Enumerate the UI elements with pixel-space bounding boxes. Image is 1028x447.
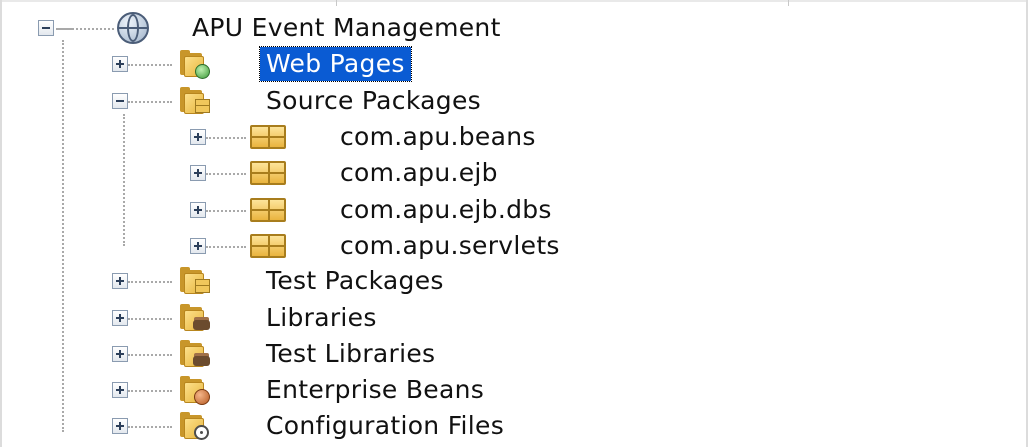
tree-node-package[interactable]: com.apu.ejb.dbs [0,193,1028,227]
tree-connector [128,101,172,103]
expand-icon[interactable] [112,273,128,289]
tree-connector [56,28,114,30]
tree-node-label: Libraries [266,303,377,332]
tree-node-source-packages[interactable]: Source Packages [0,84,1028,118]
globe-icon [117,12,149,44]
tree-node-enterprise-beans[interactable]: Enterprise Beans [0,373,1028,407]
tree-node-label: Web Pages [259,46,412,82]
tree-node-root[interactable]: APU Event Management [0,11,1028,45]
tree-node-package[interactable]: com.apu.beans [0,120,1028,154]
tree-connector [128,390,172,392]
tree-node-configuration-files[interactable]: Configuration Files [0,409,1028,443]
tree-connector [128,281,172,283]
source-packages-folder-icon [178,86,212,116]
expand-icon[interactable] [190,238,206,254]
tree-connector [206,137,246,139]
tree-node-test-libraries[interactable]: Test Libraries [0,337,1028,371]
libraries-folder-icon [178,303,212,333]
expand-icon[interactable] [112,418,128,434]
tree-node-package[interactable]: com.apu.ejb [0,156,1028,190]
tree-connector [128,318,172,320]
tree-node-test-packages[interactable]: Test Packages [0,264,1028,298]
column-divider [336,0,337,6]
tree-connector [128,64,172,66]
tree-node-label: Enterprise Beans [266,375,485,404]
collapse-icon[interactable] [112,93,128,109]
tree-node-label: APU Event Management [192,13,501,42]
panel-top-border [0,0,1028,6]
tree-connector [206,246,246,248]
collapse-icon[interactable] [38,20,54,36]
expand-icon[interactable] [190,202,206,218]
expand-icon[interactable] [112,56,128,72]
tree-node-label: Configuration Files [266,411,505,440]
expand-icon[interactable] [112,346,128,362]
enterprise-beans-folder-icon [178,375,212,405]
tree-node-label: Test Packages [266,266,444,295]
package-icon [250,161,286,185]
tree-node-label: Source Packages [266,86,481,115]
tree-node-label: com.apu.ejb [340,158,498,187]
tree-node-package[interactable]: com.apu.servlets [0,229,1028,263]
test-packages-folder-icon [178,266,212,296]
tree-node-label: com.apu.beans [340,122,536,151]
package-icon [250,234,286,258]
tree-node-label: com.apu.ejb.dbs [340,195,552,224]
test-libraries-folder-icon [178,339,212,369]
tree-connector [206,173,246,175]
expand-icon[interactable] [190,165,206,181]
column-divider [788,0,789,6]
tree-node-label: Test Libraries [266,339,436,368]
package-icon [250,198,286,222]
tree-connector [206,210,246,212]
tree-connector [128,426,172,428]
tree-node-label: com.apu.servlets [340,231,560,260]
configuration-files-folder-icon [178,411,212,441]
tree-node-web-pages[interactable]: Web Pages [0,46,1028,82]
tree-connector [128,354,172,356]
tree-node-libraries[interactable]: Libraries [0,301,1028,335]
expand-icon[interactable] [112,382,128,398]
expand-icon[interactable] [190,129,206,145]
web-pages-folder-icon [178,49,212,79]
expand-icon[interactable] [112,310,128,326]
package-icon [250,125,286,149]
